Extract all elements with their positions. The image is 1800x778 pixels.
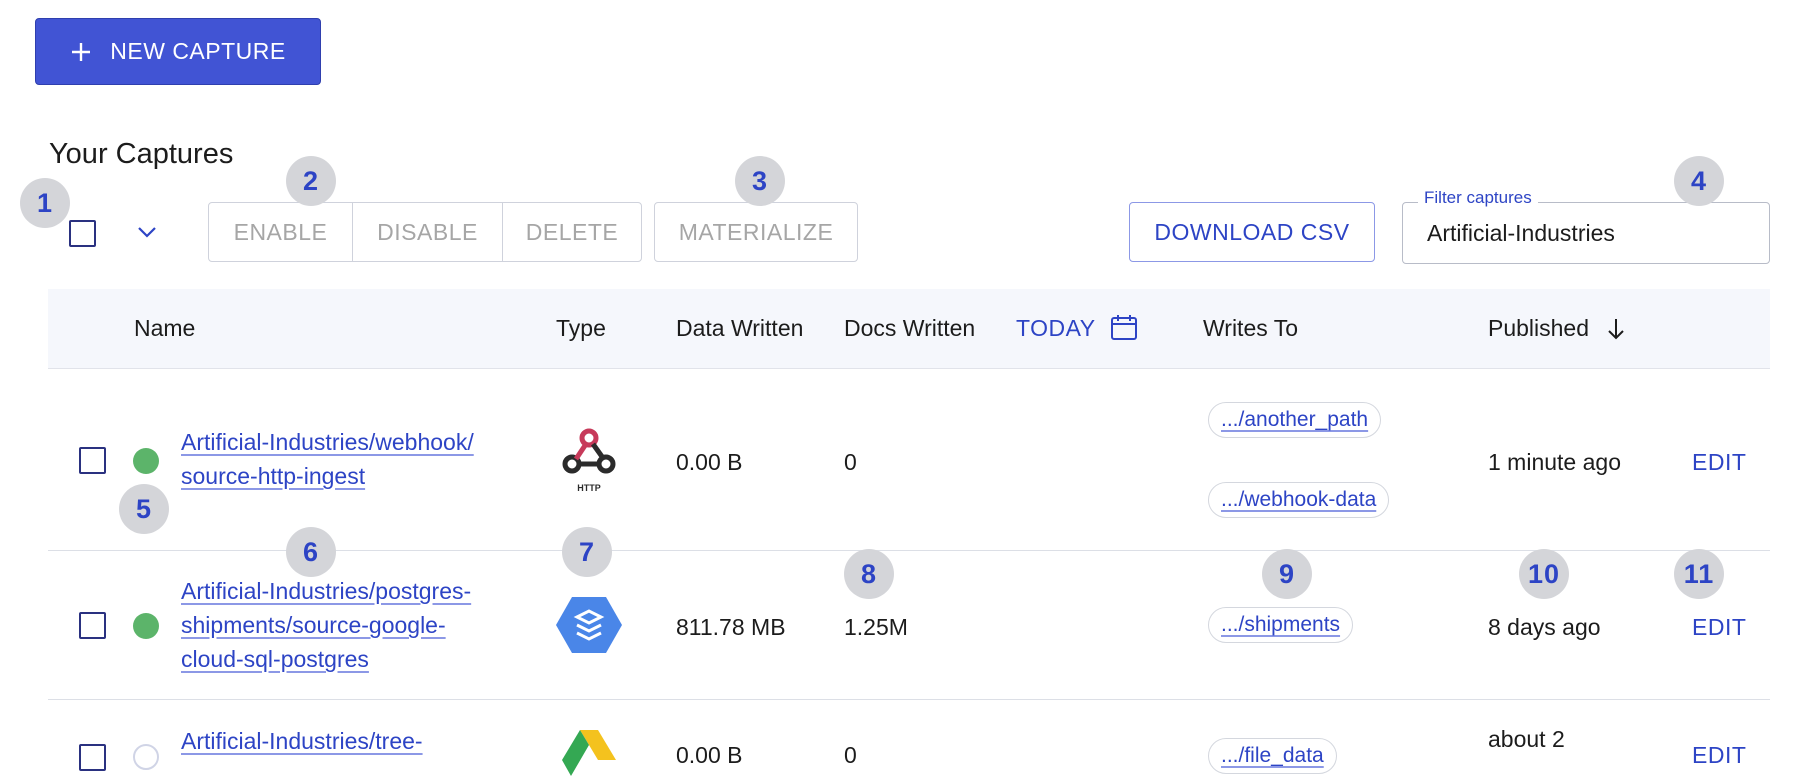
docs-written-value: 0 — [844, 449, 857, 475]
page-title: Your Captures — [49, 138, 234, 170]
select-all-checkbox[interactable] — [69, 220, 96, 247]
capture-name-link[interactable]: Artificial-Industries/tree- — [181, 724, 423, 758]
capture-name-link[interactable]: Artificial-Industries/postgres- shipment… — [181, 574, 471, 676]
http-caption: HTTP — [577, 483, 601, 493]
disable-button[interactable]: DISABLE — [352, 203, 502, 261]
plus-icon — [72, 42, 91, 61]
annotation-badge: 9 — [1262, 549, 1312, 599]
enable-button[interactable]: ENABLE — [209, 203, 352, 261]
column-header-type: Type — [556, 315, 606, 341]
annotation-badge: 11 — [1674, 549, 1724, 599]
new-capture-button[interactable]: NEW CAPTURE — [35, 18, 321, 85]
edit-button[interactable]: EDIT — [1692, 614, 1746, 641]
download-csv-button[interactable]: DOWNLOAD CSV — [1129, 202, 1375, 262]
docs-written-value: 1.25M — [844, 614, 908, 640]
published-value: 8 days ago — [1488, 614, 1601, 640]
annotation-badge: 6 — [286, 527, 336, 577]
column-header-writes-to: Writes To — [1203, 315, 1299, 341]
published-value: about 2 — [1488, 726, 1565, 752]
annotation-badge: 7 — [562, 527, 612, 577]
annotation-badge: 4 — [1674, 156, 1724, 206]
annotation-badge: 8 — [844, 549, 894, 599]
capture-name-link[interactable]: Artificial-Industries/webhook/ source-ht… — [181, 425, 474, 493]
annotation-badge: 2 — [286, 156, 336, 206]
column-header-name[interactable]: Name — [134, 315, 195, 342]
google-drive-icon — [562, 730, 616, 776]
calendar-icon[interactable] — [1110, 313, 1138, 341]
http-webhook-icon: HTTP — [560, 426, 618, 493]
filter-captures-value[interactable]: Artificial-Industries — [1427, 220, 1615, 247]
new-capture-label: NEW CAPTURE — [110, 38, 286, 64]
column-header-data-written: Data Written — [676, 315, 804, 341]
chevron-down-icon[interactable] — [136, 224, 158, 240]
bulk-action-group: ENABLE DISABLE DELETE — [208, 202, 642, 262]
annotation-badge: 5 — [119, 484, 169, 534]
row-checkbox[interactable] — [79, 447, 106, 474]
status-indicator — [133, 613, 159, 639]
status-indicator — [133, 744, 159, 770]
google-cloud-sql-icon — [556, 597, 622, 653]
data-written-value: 0.00 B — [676, 742, 743, 768]
sort-descending-icon[interactable] — [1605, 316, 1627, 342]
writes-to-chip[interactable]: .../shipments — [1208, 607, 1354, 643]
edit-button[interactable]: EDIT — [1692, 449, 1746, 476]
row-checkbox[interactable] — [79, 612, 106, 639]
docs-written-value: 0 — [844, 742, 857, 768]
row-divider — [48, 699, 1770, 700]
date-range-button[interactable]: TODAY — [1016, 315, 1096, 342]
data-written-value: 811.78 MB — [676, 614, 786, 640]
writes-to-chip[interactable]: .../file_data — [1208, 738, 1337, 774]
published-value: 1 minute ago — [1488, 449, 1621, 475]
delete-button[interactable]: DELETE — [502, 203, 641, 261]
column-header-published[interactable]: Published — [1488, 315, 1589, 342]
filter-captures-label: Filter captures — [1418, 188, 1538, 208]
row-checkbox[interactable] — [79, 744, 106, 771]
annotation-badge: 1 — [20, 178, 70, 228]
annotation-badge: 3 — [735, 156, 785, 206]
status-indicator — [133, 448, 159, 474]
data-written-value: 0.00 B — [676, 449, 743, 475]
annotation-badge: 10 — [1519, 549, 1569, 599]
materialize-button[interactable]: MATERIALIZE — [654, 202, 858, 262]
edit-button[interactable]: EDIT — [1692, 742, 1746, 769]
writes-to-chip[interactable]: .../webhook-data — [1208, 482, 1390, 518]
writes-to-chip[interactable]: .../another_path — [1208, 402, 1382, 438]
column-header-docs-written: Docs Written — [844, 315, 976, 341]
